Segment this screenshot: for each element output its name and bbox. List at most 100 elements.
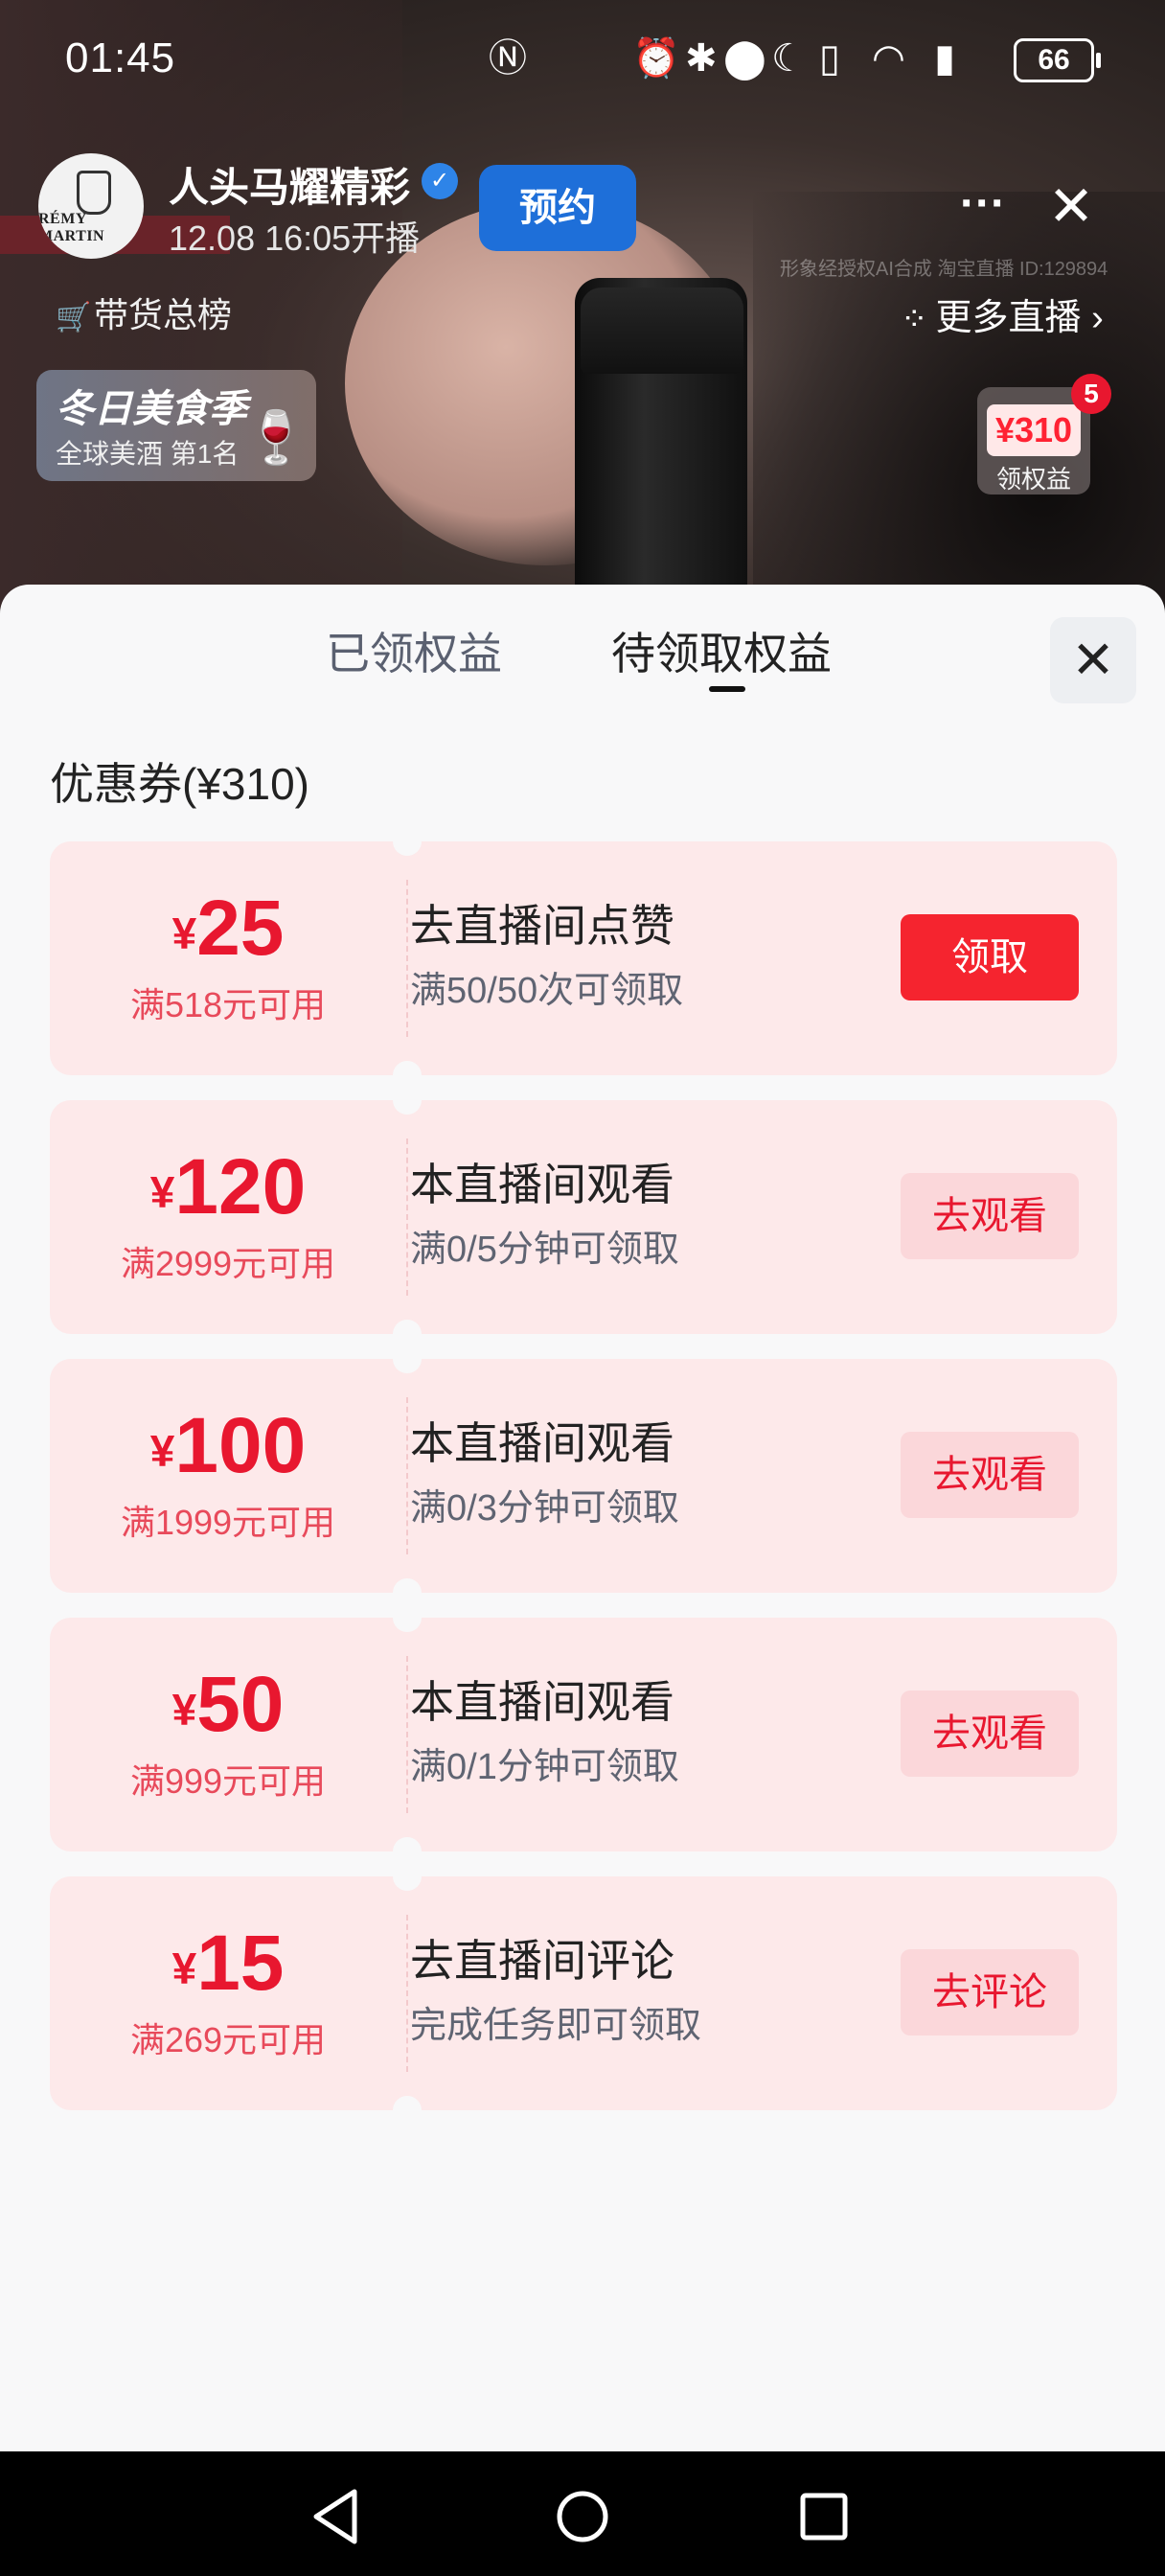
streamer-avatar[interactable]: RÉMY MARTIN — [38, 153, 144, 259]
coupon-condition: 满518元可用 — [129, 985, 327, 1024]
system-navigation-bar — [0, 2451, 1165, 2576]
coupon-card: ¥50 满999元可用 本直播间观看 满0/1分钟可领取 去观看 — [50, 1618, 1117, 1852]
coupon-progress: 满50/50次可领取 — [410, 971, 684, 1011]
tab-claimed-benefits[interactable]: 已领权益 — [326, 619, 502, 682]
close-icon[interactable]: ✕ — [1042, 178, 1100, 236]
coupon-amount: ¥15 — [50, 1919, 406, 2009]
watch-button[interactable]: 去观看 — [901, 1432, 1079, 1518]
active-tab-indicator — [709, 686, 745, 692]
location-icon: ⬤ — [723, 37, 766, 80]
coupon-notch — [393, 1578, 422, 1593]
coupon-progress: 完成任务即可领取 — [410, 2006, 702, 2046]
coupon-section-title: 优惠券(¥310) — [50, 759, 309, 809]
benefit-label: 领权益 — [995, 465, 1071, 494]
reserve-button[interactable]: 预约 — [479, 165, 636, 251]
claim-button[interactable]: 领取 — [901, 914, 1079, 1000]
coupon-value: 100 — [174, 1402, 307, 1489]
benefit-amount: ¥310 — [987, 404, 1081, 456]
live-schedule: 12.08 16:05开播 — [169, 218, 421, 258]
avatar-logo-text: RÉMY MARTIN — [38, 211, 105, 244]
coupon-divider — [406, 1656, 408, 1813]
logo-mark-icon — [77, 171, 111, 215]
coupon-condition: 满2999元可用 — [120, 1244, 336, 1283]
coupon-value: 120 — [174, 1143, 307, 1230]
coupon-amount: ¥25 — [50, 884, 406, 974]
status-time: 01:45 — [65, 34, 176, 81]
coupon-currency: ¥ — [149, 1426, 175, 1476]
battery-icon: 66 — [1014, 38, 1101, 82]
sales-rank-label: 带货总榜 — [94, 295, 233, 334]
benefit-count-badge: 5 — [1071, 374, 1111, 414]
home-icon[interactable] — [544, 2478, 621, 2555]
more-live-link[interactable]: ⁘ 更多直播 › — [901, 288, 1104, 340]
coupon-currency: ¥ — [171, 908, 197, 958]
status-icons: Ⓝ ⏰ ✱ ⬤ ☾ ▯ ◠ ▮ 66 — [489, 33, 1102, 84]
video-bottle-cap — [581, 288, 743, 374]
coupon-card: ¥15 满269元可用 去直播间评论 完成任务即可领取 去评论 — [50, 1876, 1117, 2110]
coupon-notch — [393, 1618, 422, 1632]
coupon-card: ¥100 满1999元可用 本直播间观看 满0/3分钟可领取 去观看 — [50, 1359, 1117, 1593]
coupon-notch — [393, 1876, 422, 1891]
coupon-notch — [393, 1320, 422, 1334]
more-options-icon[interactable]: ··· — [954, 180, 1012, 238]
live-stream-video[interactable]: 01:45 Ⓝ ⏰ ✱ ⬤ ☾ ▯ ◠ ▮ 66 RÉMY MARTIN 人头马… — [0, 0, 1165, 613]
watch-button[interactable]: 去观看 — [901, 1690, 1079, 1777]
coupon-condition: 满999元可用 — [129, 1761, 327, 1801]
coupon-notch — [393, 1100, 422, 1115]
season-rank-card[interactable]: 冬日美食季 全球美酒 第1名 🍷 — [36, 370, 316, 481]
coupon-notch — [393, 1359, 422, 1373]
more-live-label: 更多直播 — [935, 298, 1082, 338]
coupon-notch — [393, 1837, 422, 1852]
tab-pending-benefits[interactable]: 待领取权益 — [611, 619, 832, 682]
coupon-value: 25 — [196, 885, 285, 972]
coupon-currency: ¥ — [171, 1944, 197, 1993]
coupon-task: 本直播间观看 — [410, 1677, 674, 1727]
coupon-condition: 满1999元可用 — [120, 1503, 336, 1542]
status-bar: 01:45 Ⓝ ⏰ ✱ ⬤ ☾ ▯ ◠ ▮ 66 — [0, 0, 1165, 115]
coupon-notch — [393, 841, 422, 856]
comment-button[interactable]: 去评论 — [901, 1949, 1079, 2036]
coupon-card: ¥25 满518元可用 去直播间点赞 满50/50次可领取 领取 — [50, 841, 1117, 1075]
coupon-amount: ¥100 — [50, 1401, 406, 1491]
coupon-task: 去直播间点赞 — [410, 901, 674, 951]
nfc-icon: Ⓝ — [489, 37, 527, 80]
recent-apps-icon[interactable] — [786, 2478, 862, 2555]
coupon-amount: ¥120 — [50, 1142, 406, 1232]
coupon-progress: 满0/3分钟可领取 — [410, 1488, 679, 1529]
coupon-task: 去直播间评论 — [410, 1936, 674, 1986]
cart-icon: 🛒 — [56, 302, 92, 334]
watch-button[interactable]: 去观看 — [901, 1173, 1079, 1259]
coupon-task: 本直播间观看 — [410, 1160, 674, 1209]
alarm-icon: ⏰ — [632, 37, 680, 80]
coupon-divider — [406, 1138, 408, 1296]
coupon-progress: 满0/5分钟可领取 — [410, 1230, 679, 1270]
coupon-divider — [406, 880, 408, 1037]
vibrate-icon: ▯ — [819, 37, 841, 80]
coupon-divider — [406, 1915, 408, 2072]
signal-icon: ▮ — [934, 37, 956, 80]
ai-watermark: 形象经授权AI合成 淘宝直播 ID:129894 — [780, 259, 1108, 280]
benefits-sheet: 已领权益 待领取权益 ✕ 优惠券(¥310) ¥25 满518元可用 去直播间点… — [0, 585, 1165, 2451]
coupon-notch — [393, 2096, 422, 2110]
coupon-value: 15 — [196, 1920, 285, 2007]
benefit-badge[interactable]: ¥310 领权益 5 — [977, 374, 1111, 494]
coupon-condition: 满269元可用 — [129, 2020, 327, 2059]
moon-icon: ☾ — [771, 37, 806, 80]
chevron-right-icon: › — [1081, 298, 1104, 338]
wifi-icon: ◠ — [872, 37, 905, 80]
coupon-currency: ¥ — [171, 1685, 197, 1735]
season-subtitle: 全球美酒 第1名 — [56, 439, 240, 469]
coupon-task: 本直播间观看 — [410, 1418, 674, 1468]
season-title: 冬日美食季 — [56, 388, 247, 430]
coupon-card: ¥120 满2999元可用 本直播间观看 满0/5分钟可领取 去观看 — [50, 1100, 1117, 1334]
sales-rank-link[interactable]: 🛒带货总榜 — [56, 288, 232, 337]
back-icon[interactable] — [299, 2478, 376, 2555]
coupon-progress: 满0/1分钟可领取 — [410, 1747, 679, 1787]
grid-icon: ⁘ — [901, 301, 928, 337]
streamer-name: 人头马耀精彩 — [169, 165, 411, 210]
verified-icon: ✓ — [422, 163, 458, 199]
bluetooth-icon: ✱ — [685, 37, 718, 80]
coupon-divider — [406, 1397, 408, 1554]
sheet-close-button[interactable]: ✕ — [1050, 617, 1136, 703]
coupon-notch — [393, 1061, 422, 1075]
